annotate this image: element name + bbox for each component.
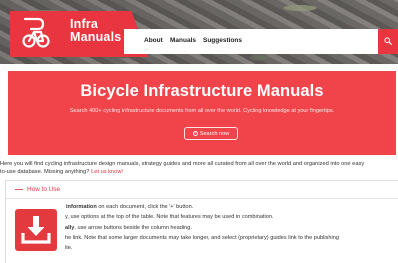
instruction-line-5-text: ite. xyxy=(65,245,73,252)
instruction-line-1: information on each document, click the … xyxy=(66,202,398,212)
page: Infra Manuals About Manuals Suggestions … xyxy=(0,0,398,263)
instruction-line-3-bold: ally xyxy=(65,224,75,231)
instruction-line-1-text: on each document, click the '+' button. xyxy=(96,204,194,210)
how-to-use-body: information on each document, click the … xyxy=(6,202,398,253)
intro-line-2: to-use database. Missing anything? Let u… xyxy=(0,168,398,176)
search-now-label: Search now xyxy=(199,131,230,137)
brand-name-line2: Manuals xyxy=(70,30,122,44)
instruction-line-5: ite. xyxy=(65,243,398,253)
pdf-download-icon xyxy=(21,216,51,244)
instruction-line-3: ally, use arrow buttons beside the colum… xyxy=(65,223,398,233)
hero-subtitle: Search 400+ cycling infrastructure docum… xyxy=(69,108,335,114)
instruction-line-2: y, use options at the top of the table. … xyxy=(65,212,398,222)
how-to-use-title[interactable]: How to Use xyxy=(27,186,60,193)
instruction-line-2-text: y, use options at the top of the table. … xyxy=(65,214,274,221)
collapse-toggle-icon[interactable]: — xyxy=(15,185,23,194)
hero-title: Bicycle Infrastructure Manuals xyxy=(80,82,324,100)
instruction-line-3-text: , use arrow buttons beside the column he… xyxy=(74,224,192,231)
bicycle-logo-icon xyxy=(22,17,50,48)
nav-suggestions[interactable]: Suggestions xyxy=(203,37,242,44)
intro-paragraph: Here you will find cycling infrastructur… xyxy=(0,160,398,176)
how-to-use-panel: — How to Use information on each documen… xyxy=(5,180,398,263)
site-header: Infra Manuals About Manuals Suggestions xyxy=(0,0,398,64)
let-us-know-link[interactable]: Let us know! xyxy=(91,169,123,175)
search-now-button[interactable]: Search now xyxy=(184,127,238,140)
intro-line-2-text: to-use database. Missing anything? xyxy=(0,169,90,176)
instruction-line-4: he link. Note that some larger documents… xyxy=(65,233,398,243)
brand-name[interactable]: Infra Manuals xyxy=(70,18,121,44)
main-nav: About Manuals Suggestions xyxy=(124,29,378,54)
instruction-line-1-bold: information xyxy=(66,204,97,210)
hero-banner: Bicycle Infrastructure Manuals Search 40… xyxy=(8,71,396,155)
search-icon xyxy=(384,37,392,45)
how-to-use-header[interactable]: — How to Use xyxy=(6,181,398,199)
nav-manuals[interactable]: Manuals xyxy=(170,37,196,44)
intro-line-1: Here you will find cycling infrastructur… xyxy=(0,161,365,167)
pdf-download-button[interactable] xyxy=(15,209,57,251)
nav-search-button[interactable] xyxy=(378,29,398,54)
circle-play-icon xyxy=(192,130,198,136)
instruction-line-4-text: he link. Note that some larger documents… xyxy=(65,234,339,241)
nav-about[interactable]: About xyxy=(144,37,163,44)
